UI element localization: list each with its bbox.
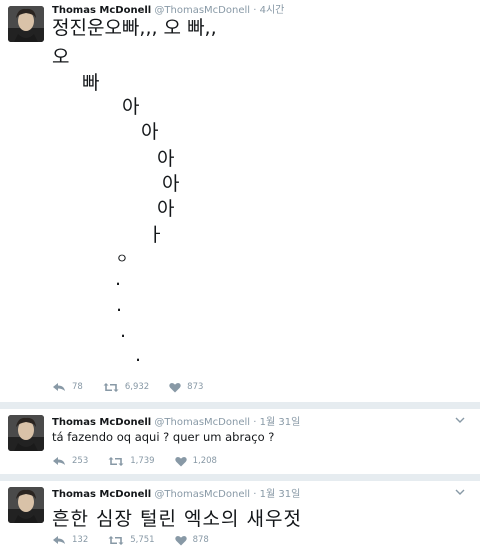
reply-count: 78 <box>72 382 83 392</box>
tweet-text-line: 아 <box>162 173 180 195</box>
tweet-text: tá fazendo oq aqui ? quer um abraço ? <box>52 430 275 444</box>
dot-separator: · <box>253 489 257 500</box>
avatar[interactable] <box>8 487 44 523</box>
tweet-text-line: 아 <box>141 121 159 143</box>
like-count: 873 <box>187 382 204 392</box>
tweet-text-line: 아 <box>157 148 175 170</box>
tweet-text-line: 아 <box>157 198 175 220</box>
avatar[interactable] <box>8 6 44 42</box>
tweet-text-line: . <box>135 344 142 366</box>
heart-icon <box>174 456 187 466</box>
author-handle[interactable]: @ThomasMcDonell <box>154 489 250 500</box>
tweet-text-line: . <box>116 294 123 316</box>
tweet-text-line: 빠 <box>82 72 100 94</box>
dot-separator: · <box>253 5 257 16</box>
reply-icon <box>53 536 65 544</box>
author-handle[interactable]: @ThomasMcDonell <box>154 417 250 428</box>
reply-button[interactable]: 78 <box>52 382 83 392</box>
tweet[interactable]: Thomas McDonell @ThomasMcDonell · 1월 31일… <box>0 409 480 474</box>
retweet-button[interactable]: 5,751 <box>108 535 155 546</box>
tweet[interactable]: Thomas McDonell @ThomasMcDonell · 1월 31일… <box>0 481 480 554</box>
reply-count: 132 <box>72 535 89 545</box>
like-button[interactable]: 873 <box>169 382 203 393</box>
heart-icon <box>169 382 181 392</box>
tweet-divider <box>0 474 480 481</box>
tweet-menu-button[interactable] <box>454 414 466 426</box>
retweet-count: 1,739 <box>130 456 155 466</box>
reply-count: 253 <box>72 456 89 466</box>
retweet-count: 5,751 <box>130 535 155 545</box>
chevron-down-icon <box>455 489 465 495</box>
retweet-icon <box>103 382 119 392</box>
reply-icon <box>53 457 65 465</box>
tweet-text-line: ㅏ <box>147 224 165 246</box>
tweet-actions: 132 5,751 878 <box>52 533 229 547</box>
tweet[interactable]: Thomas McDonell @ThomasMcDonell · 4시간 정진… <box>0 0 480 402</box>
chevron-down-icon <box>455 417 465 423</box>
heart-icon <box>174 535 187 545</box>
tweet-text-line: . <box>115 268 122 290</box>
author-name[interactable]: Thomas McDonell <box>52 489 151 500</box>
retweet-icon <box>108 535 124 545</box>
tweet-text: 흔한 심장 털린 엑소의 새우젓 <box>52 508 302 530</box>
dot-separator: · <box>253 417 257 428</box>
reply-button[interactable]: 253 <box>52 456 88 466</box>
like-button[interactable]: 1,208 <box>174 456 217 467</box>
tweet-time[interactable]: 4시간 <box>260 5 285 16</box>
tweet-menu-button[interactable] <box>454 486 466 498</box>
tweet-time[interactable]: 1월 31일 <box>260 417 301 428</box>
reply-button[interactable]: 132 <box>52 535 88 545</box>
reply-icon <box>53 383 65 391</box>
author-name[interactable]: Thomas McDonell <box>52 417 151 428</box>
tweet-text-line: 아 <box>122 96 140 118</box>
tweet-text-line: 오 <box>52 46 70 68</box>
retweet-button[interactable]: 1,739 <box>108 456 155 467</box>
like-count: 878 <box>192 535 209 545</box>
tweet-text-line: 정진운오빠,,, 오 빠,, <box>52 17 217 39</box>
tweet-text-line: ㅇ <box>116 252 128 267</box>
retweet-icon <box>108 456 124 466</box>
tweet-divider <box>0 402 480 409</box>
author-name[interactable]: Thomas McDonell <box>52 5 151 16</box>
tweet-actions: 253 1,739 1,208 <box>52 454 237 468</box>
avatar[interactable] <box>8 415 44 451</box>
like-count: 1,208 <box>192 456 217 466</box>
retweet-button[interactable]: 6,932 <box>103 382 149 393</box>
author-handle[interactable]: @ThomasMcDonell <box>154 5 250 16</box>
tweet-text-line: . <box>120 320 127 342</box>
like-button[interactable]: 878 <box>174 535 209 546</box>
retweet-count: 6,932 <box>124 382 150 392</box>
tweet-time[interactable]: 1월 31일 <box>260 489 301 500</box>
tweet-actions: 78 6,932 873 <box>52 380 223 394</box>
